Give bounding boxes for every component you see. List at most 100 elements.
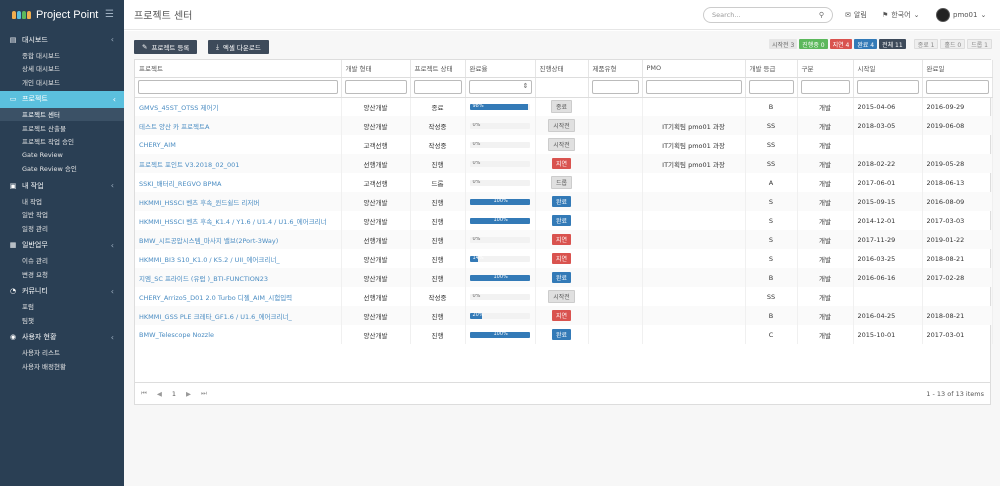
menu-toggle-icon[interactable]: ☰ bbox=[105, 9, 114, 20]
column-header[interactable]: 프로젝트 상태 bbox=[410, 60, 466, 78]
project-name-link[interactable]: BMW_시트공압시스템_마사지 밸브(2Port-3Way) bbox=[135, 230, 342, 249]
project-name-link[interactable]: HKMMI_GSS PLE 크레타_GF1.6 / U1.6_에어크리너_ bbox=[135, 306, 342, 325]
column-header[interactable]: 시작일 bbox=[853, 60, 923, 78]
gate-badge[interactable]: 홀드 0 bbox=[940, 39, 966, 49]
search-input[interactable]: Search... ⚲ bbox=[703, 7, 833, 23]
filter-cell bbox=[642, 77, 746, 98]
status-badge[interactable]: 지연 4 bbox=[829, 39, 853, 49]
column-filter-input[interactable] bbox=[138, 80, 338, 94]
sidebar-item[interactable]: 종합 대시보드 bbox=[0, 48, 124, 62]
progress-bar: 0% bbox=[469, 160, 530, 167]
column-filter-input[interactable] bbox=[413, 80, 462, 94]
column-filter-input[interactable] bbox=[748, 80, 794, 94]
prev-page-icon[interactable]: ◀ bbox=[157, 390, 162, 398]
sidebar-item[interactable]: Gate Review bbox=[0, 148, 124, 162]
column-filter-input[interactable] bbox=[591, 80, 639, 94]
sidebar-section-header[interactable]: ▭ 프로젝트 ‹ bbox=[0, 90, 126, 108]
status-badge[interactable]: 전체 11 bbox=[879, 39, 906, 49]
first-page-icon[interactable]: ⏮ bbox=[141, 389, 147, 398]
sidebar-section-header[interactable]: ◉ 사용자 현황 ‹ bbox=[0, 329, 124, 346]
column-header[interactable]: 개발 형태 bbox=[341, 60, 411, 78]
status-tag: 완료 bbox=[551, 215, 572, 226]
column-filter-input[interactable] bbox=[344, 80, 407, 94]
column-header[interactable]: 제품유형 bbox=[588, 60, 643, 78]
table-row[interactable]: HKMMI_GSS PLE 크레타_GF1.6 / U1.6_에어크리너_ 양산개… bbox=[135, 306, 993, 325]
table-row[interactable]: BMW_Telescope Nozzle 양산개발 진행 100% 완료 C 개발 2015-… bbox=[135, 325, 993, 344]
status-tag: 시작전 bbox=[548, 290, 575, 303]
sidebar-item[interactable]: 프로젝트 산출물 bbox=[0, 121, 124, 135]
sidebar-item[interactable]: 이슈 관리 bbox=[0, 254, 124, 268]
column-header[interactable]: 완료일 bbox=[922, 60, 993, 78]
sidebar-item[interactable]: 상세 대시보드 bbox=[0, 62, 124, 76]
sidebar-item[interactable]: 포럼 bbox=[0, 300, 124, 314]
column-filter-input[interactable] bbox=[925, 80, 989, 94]
project-name-link[interactable]: HKMMI_HSSCI 벤츠 후속_K1.4 / Y1.6 / U1.4 / U… bbox=[135, 211, 342, 230]
table-row[interactable]: CHERY_AIM 고객선행 작성중 0% 시작전 IT기획팀 pmo01 과장 SS 개발 bbox=[135, 135, 993, 154]
project-name-link[interactable]: 지엠_SC 프라이드 (유럽 )_BTI-FUNCTION23 bbox=[135, 268, 342, 287]
column-filter-input[interactable] bbox=[468, 80, 532, 94]
table-row[interactable]: 프로젝트 포인트 V3.2018_02_001 선행개발 진행 0% 지연 IT기획팀 p… bbox=[135, 154, 993, 173]
gate-badge[interactable]: 드롭 1 bbox=[967, 39, 992, 49]
project-name-link[interactable]: BMW_Telescope Nozzle bbox=[135, 325, 342, 344]
project-name-link[interactable]: SSKI_배터리_REGVO BPMA bbox=[135, 173, 342, 192]
column-header[interactable]: 진행상태 bbox=[535, 60, 589, 78]
column-filter-input[interactable] bbox=[800, 80, 850, 94]
status-tag: 완료 bbox=[551, 272, 572, 283]
column-header[interactable]: PMO bbox=[642, 60, 746, 78]
project-name-link[interactable]: 프로젝트 포인트 V3.2018_02_001 bbox=[135, 154, 342, 173]
project-name-link[interactable]: CHERY_AIM bbox=[135, 135, 342, 154]
table-row[interactable]: GMVS_45ST_OTSS 제어기 양산개발 종료 98% 종료 B 개발 2015-04-… bbox=[135, 97, 993, 116]
sidebar-item[interactable]: 프로젝트 작업 승인 bbox=[0, 135, 124, 149]
register-project-button[interactable]: ✎ 프로젝트 등록 bbox=[134, 40, 198, 54]
search-icon[interactable]: ⚲ bbox=[819, 11, 824, 19]
users-icon: ◉ bbox=[9, 333, 17, 341]
column-header[interactable]: 완료율 bbox=[465, 60, 536, 78]
sidebar-item[interactable]: 개인 대시보드 bbox=[0, 75, 124, 89]
sidebar-section-header[interactable]: ◔ 커뮤니티 ‹ bbox=[0, 283, 124, 300]
status-badge[interactable]: 진행중 0 bbox=[799, 39, 828, 49]
next-page-icon[interactable]: ▶ bbox=[186, 390, 191, 398]
sidebar-item[interactable]: 일정 관리 bbox=[0, 221, 124, 235]
user-menu[interactable]: pmo01 ⌄ bbox=[936, 8, 986, 22]
sidebar-item[interactable]: 팀챗 bbox=[0, 313, 124, 327]
project-name-link[interactable]: GMVS_45ST_OTSS 제어기 bbox=[135, 97, 342, 116]
table-row[interactable]: BMW_시트공압시스템_마사지 밸브(2Port-3Way) 선행개발 진행 0% 지연… bbox=[135, 230, 993, 249]
table-row[interactable]: HKMMI_HSSCI 벤츠 후속_윈드쉴드 리저버 양산개발 진행 100% 완료 S 개… bbox=[135, 192, 993, 211]
sidebar-item[interactable]: 프로젝트 센터 bbox=[0, 107, 124, 121]
excel-download-button[interactable]: ⤓ 엑셀 다운로드 bbox=[208, 40, 269, 54]
status-badge[interactable]: 시작전 3 bbox=[768, 39, 798, 49]
column-filter-input[interactable] bbox=[856, 80, 919, 94]
column-filter-input[interactable] bbox=[645, 80, 742, 94]
column-header[interactable]: 프로젝트 bbox=[135, 60, 342, 78]
sidebar-item[interactable]: 일반 작업 bbox=[0, 208, 124, 222]
sidebar-item[interactable]: 변경 요청 bbox=[0, 267, 124, 281]
sidebar-item[interactable]: 사용자 배정현황 bbox=[0, 359, 124, 373]
sidebar-item[interactable]: Gate Review 승인 bbox=[0, 162, 124, 176]
table-row[interactable]: 지엠_SC 프라이드 (유럽 )_BTI-FUNCTION23 양산개발 진행 100… bbox=[135, 268, 993, 287]
status-badge[interactable]: 완료 4 bbox=[854, 39, 878, 49]
gate-badge[interactable]: 종료 1 bbox=[913, 39, 939, 49]
sidebar-item[interactable]: 내 작업 bbox=[0, 194, 124, 208]
sidebar-section-label: 사용자 현황 bbox=[22, 333, 57, 341]
table-row[interactable]: CHERY_Arrizo5_D01 2.0 Turbo 디젤_AIM_시험입력 선… bbox=[135, 287, 993, 306]
column-header[interactable]: 개발 등급 bbox=[745, 60, 798, 78]
category-cell: 개발 bbox=[797, 154, 854, 173]
sidebar-section-header[interactable]: ▤ 대시보드 ‹ bbox=[0, 31, 124, 48]
sidebar-section-header[interactable]: ▣ 내 작업 ‹ bbox=[0, 177, 124, 194]
chevron-left-icon: ‹ bbox=[110, 181, 114, 190]
column-header[interactable]: 구분 bbox=[797, 60, 854, 78]
sidebar-item[interactable]: 사용자 리스트 bbox=[0, 346, 124, 360]
table-row[interactable]: SSKI_배터리_REGVO BPMA 고객선행 드롭 0% 드롭 A 개발 2017-06-… bbox=[135, 173, 993, 192]
notification-button[interactable]: ✉ 알림 bbox=[845, 10, 867, 20]
sidebar-section-header[interactable]: ▦ 일반업무 ‹ bbox=[0, 237, 124, 254]
project-name-link[interactable]: 테스트 양산 카 프로젝트A bbox=[135, 116, 342, 135]
project-name-link[interactable]: CHERY_Arrizo5_D01 2.0 Turbo 디젤_AIM_시험입력 bbox=[135, 287, 342, 306]
project-name-link[interactable]: HKMMI_HSSCI 벤츠 후속_윈드쉴드 리저버 bbox=[135, 192, 342, 211]
table-row[interactable]: HKMMI_HSSCI 벤츠 후속_K1.4 / Y1.6 / U1.4 / U… bbox=[135, 211, 993, 230]
language-select[interactable]: ⚑ 한국어 ⌄ bbox=[882, 10, 919, 20]
table-row[interactable]: HKMMI_BI3 S10_K1.0 / K5.2 / UII_에어크리너_ 양산… bbox=[135, 249, 993, 268]
project-name-link[interactable]: HKMMI_BI3 S10_K1.0 / K5.2 / UII_에어크리너_ bbox=[135, 249, 342, 268]
last-page-icon[interactable]: ⏭ bbox=[201, 389, 207, 398]
table-row[interactable]: 테스트 양산 카 프로젝트A 양산개발 작성중 0% 시작전 IT기획팀 pmo01 과장… bbox=[135, 116, 993, 135]
page-number[interactable]: 1 bbox=[172, 390, 176, 398]
